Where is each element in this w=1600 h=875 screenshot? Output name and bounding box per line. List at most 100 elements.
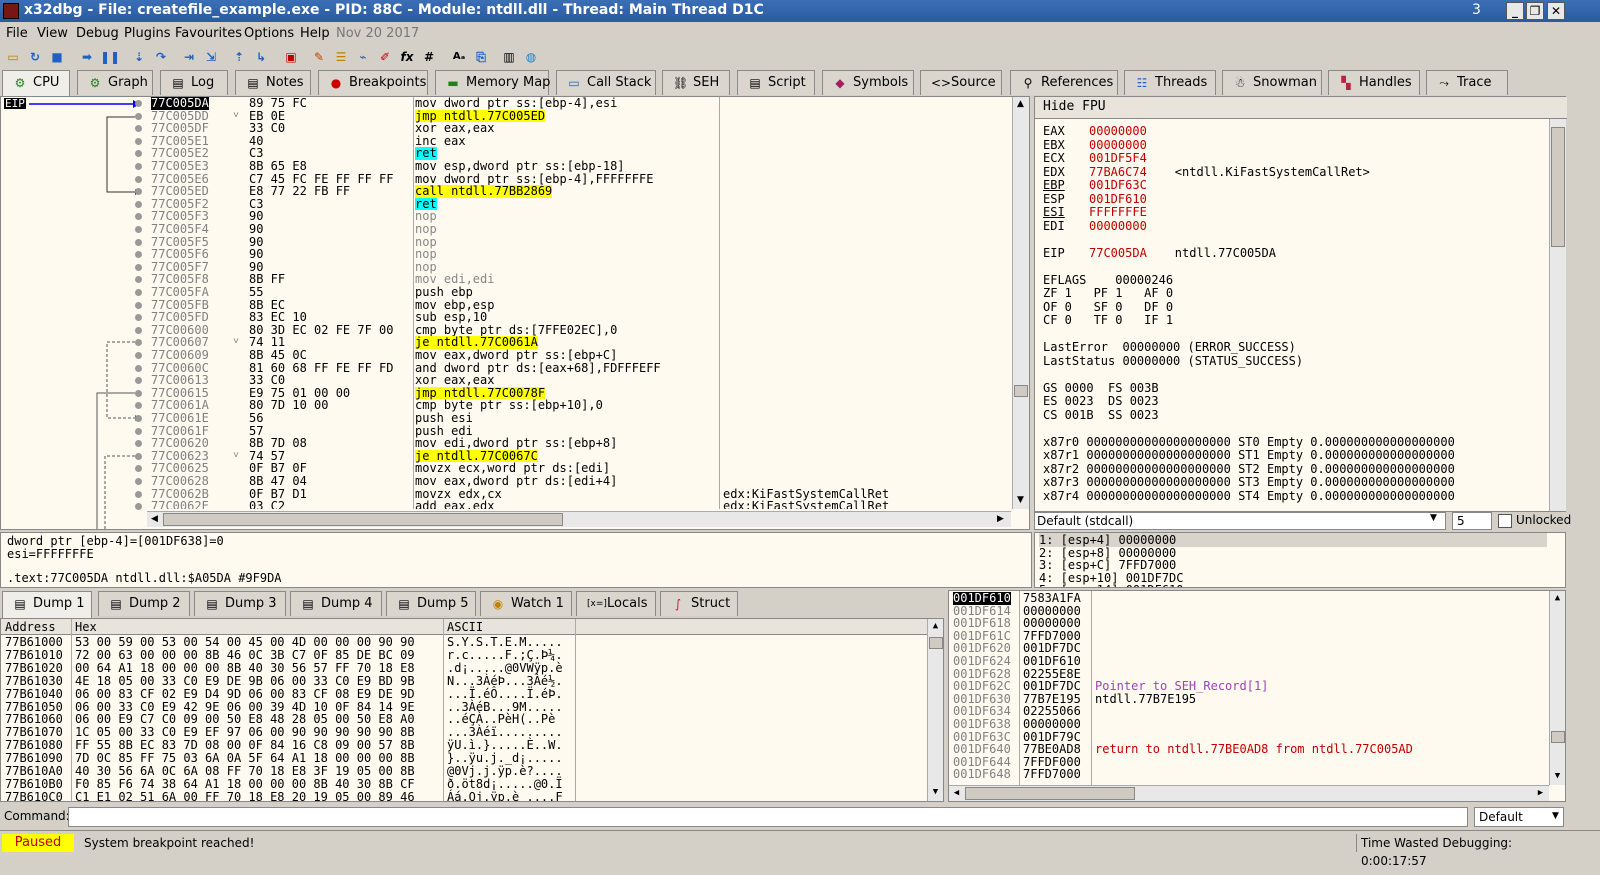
register-row[interactable]: ESP 001DF610 <box>1043 192 1175 207</box>
tab-struct[interactable]: ∫ Struct <box>660 591 738 616</box>
tab-graph[interactable]: ⚙ Graph <box>77 70 153 95</box>
function-icon[interactable]: fx <box>398 48 416 66</box>
run-icon[interactable]: ➡ <box>78 48 96 66</box>
scroll-right-arrow[interactable]: ▶ <box>993 512 1008 527</box>
breakpoint-toggle-dot[interactable] <box>135 364 142 372</box>
execute-till-return-icon[interactable]: ⇡ <box>230 48 248 66</box>
tab-symbols[interactable]: ◆ Symbols <box>822 70 914 95</box>
font-icon[interactable]: Aₐ <box>450 48 468 66</box>
tab-dump-1[interactable]: ▤ Dump 1 <box>2 591 92 618</box>
breakpoint-toggle-dot[interactable] <box>135 289 142 296</box>
disasm-row[interactable]: 77C005FD 83 EC 10 sub esp,10 <box>147 311 1013 324</box>
scroll-down-arrow[interactable]: ▼ <box>1013 493 1028 508</box>
stack-hscroll-thumb[interactable] <box>965 787 1135 800</box>
register-row[interactable]: EDI 00000000 <box>1043 219 1175 234</box>
tab-dump-2[interactable]: ▤ Dump 2 <box>98 591 190 616</box>
scroll-thumb[interactable] <box>1014 385 1028 397</box>
disassembly-hscrollbar[interactable]: ◀ ▶ <box>147 511 1011 527</box>
disasm-row[interactable]: 77C0061A 80 7D 10 00 cmp byte ptr ss:[ebp+… <box>147 399 1013 412</box>
trace-over-icon[interactable]: ⇲ <box>202 48 220 66</box>
disasm-row[interactable]: 77C00613 33 C0 xor eax,eax <box>147 374 1013 387</box>
disasm-row[interactable]: 77C005F2 C3 ret <box>147 198 1013 211</box>
breakpoint-toggle-dot[interactable] <box>135 200 142 208</box>
disasm-row[interactable]: 77C005DF 33 C0 xor eax,eax <box>147 122 1013 135</box>
register-row[interactable]: EDX 77BA6C74 <ntdll.KiFastSystemCallRet> <box>1043 165 1370 180</box>
menu-help[interactable]: Help <box>300 26 330 41</box>
stack-vscrollbar[interactable]: ▲ ▼ <box>1549 591 1565 785</box>
register-row[interactable]: EBX 00000000 <box>1043 138 1175 153</box>
trace-into-icon[interactable]: ⇥ <box>180 48 198 66</box>
scroll-left-arrow[interactable]: ◀ <box>949 786 964 801</box>
hash-icon[interactable]: # <box>420 48 438 66</box>
breakpoint-toggle-dot[interactable] <box>135 326 142 334</box>
calling-convention-select[interactable]: Default (stdcall) <box>1034 512 1446 530</box>
tab-cpu[interactable]: ⚙ CPU <box>2 70 70 97</box>
disasm-row[interactable]: 77C0061E 56 push esi <box>147 412 1013 425</box>
chevron-down-icon[interactable]: ▼ <box>1430 513 1437 523</box>
command-input[interactable] <box>68 807 1468 827</box>
scroll-up-arrow[interactable]: ▲ <box>1013 97 1028 112</box>
tab-handles[interactable]: ▚ Handles <box>1328 70 1420 95</box>
disasm-row[interactable]: 77C005E3 8B 65 E8 mov esp,dword ptr ss:[eb… <box>147 160 1013 173</box>
pause-icon[interactable]: ❚❚ <box>100 48 120 66</box>
patch-icon[interactable]: ✎ <box>310 48 328 66</box>
breakpoint-toggle-dot[interactable] <box>135 415 142 422</box>
register-row[interactable]: ECX 001DF5F4 <box>1043 151 1175 166</box>
disasm-row[interactable]: 77C005F3 90 nop <box>147 210 1013 223</box>
step-over-icon[interactable]: ↷ <box>152 48 170 66</box>
disasm-row[interactable]: 77C005ED E8 77 22 FB FF call ntdll.77BB286… <box>147 185 1013 198</box>
tab-log[interactable]: ▤ Log <box>160 70 228 95</box>
tab-locals[interactable]: [x=] Locals <box>576 591 656 616</box>
breakpoint-toggle-dot[interactable] <box>135 263 142 271</box>
breakpoint-toggle-dot[interactable] <box>135 490 142 498</box>
register-row[interactable]: EIP 77C005DA ntdll.77C005DA <box>1043 246 1276 261</box>
breakpoint-toggle-dot[interactable] <box>135 175 142 183</box>
command-mode-select[interactable]: Default <box>1474 807 1564 827</box>
register-row[interactable]: EBP 001DF63C <box>1043 178 1175 193</box>
menu-file[interactable]: File <box>6 26 28 41</box>
disasm-row[interactable]: 77C0062E 03 C2 add eax,edx edx:KiFastSystem… <box>147 500 1013 509</box>
scylla-icon[interactable]: ▣ <box>282 48 300 66</box>
scroll-down-arrow[interactable]: ▼ <box>928 785 943 800</box>
tab-watch-1[interactable]: ◉ Watch 1 <box>480 591 572 616</box>
menu-plugins[interactable]: Plugins <box>124 26 171 41</box>
disassembly-vscrollbar[interactable]: ▲ ▼ <box>1012 97 1029 509</box>
registers-vscrollbar[interactable] <box>1549 119 1566 511</box>
tab-notes[interactable]: ▤ Notes <box>235 70 311 95</box>
restart-icon[interactable]: ↻ <box>26 48 44 66</box>
stop-icon[interactable]: ■ <box>48 48 66 66</box>
breakpoint-toggle-dot[interactable] <box>135 389 142 397</box>
dump-vscrollbar[interactable]: ▲ ▼ <box>927 619 943 801</box>
step-into-icon[interactable]: ⇣ <box>130 48 148 66</box>
tab-references[interactable]: ⚲ References <box>1010 70 1118 95</box>
tab-threads[interactable]: ☷ Threads <box>1124 70 1216 95</box>
disasm-row[interactable]: 77C005E1 40 inc eax <box>147 135 1013 148</box>
scroll-left-arrow[interactable]: ◀ <box>147 512 162 527</box>
breakpoint-toggle-dot[interactable] <box>135 452 142 460</box>
breakpoint-toggle-dot[interactable] <box>135 352 142 359</box>
registers-scroll-thumb[interactable] <box>1551 127 1565 247</box>
menu-options[interactable]: Options <box>244 26 294 41</box>
hscroll-thumb[interactable] <box>163 513 563 526</box>
tab-dump-5[interactable]: ▤ Dump 5 <box>386 591 476 616</box>
scroll-up-arrow[interactable]: ▲ <box>928 619 943 634</box>
menu-view[interactable]: View <box>37 26 68 41</box>
breakpoint-toggle-dot[interactable] <box>135 238 142 246</box>
disasm-row[interactable]: 77C00628 8B 47 04 mov eax,dword ptr ds:[ed… <box>147 475 1013 488</box>
disassembly-listing[interactable]: 77C005DA 89 75 FC mov dword ptr ss:[ebp-4]… <box>147 97 1013 509</box>
scroll-down-arrow[interactable]: ▼ <box>1550 769 1565 784</box>
hide-fpu-button[interactable]: Hide FPU <box>1035 97 1567 119</box>
unlocked-checkbox[interactable] <box>1498 514 1512 528</box>
stack-hscrollbar[interactable]: ◀ ▶ <box>949 785 1549 801</box>
arg-count-spinner[interactable]: 5 <box>1452 512 1492 530</box>
disasm-row[interactable]: 77C00609 8B 45 0C mov eax,dword ptr ss:[eb… <box>147 349 1013 362</box>
comment-icon[interactable]: ☰ <box>332 48 350 66</box>
bookmark-icon[interactable]: ✐ <box>376 48 394 66</box>
breakpoint-toggle-dot[interactable] <box>135 137 142 145</box>
calculator-icon[interactable]: ▥ <box>500 48 518 66</box>
stack-argument-row[interactable]: 5: [esp+14] 001DF610 <box>1039 583 1184 587</box>
scroll-up-arrow[interactable]: ▲ <box>1550 591 1565 606</box>
dump-scroll-thumb[interactable] <box>929 637 943 649</box>
minimize-button[interactable]: _ <box>1506 2 1524 20</box>
breakpoint-toggle-dot[interactable] <box>135 427 142 435</box>
